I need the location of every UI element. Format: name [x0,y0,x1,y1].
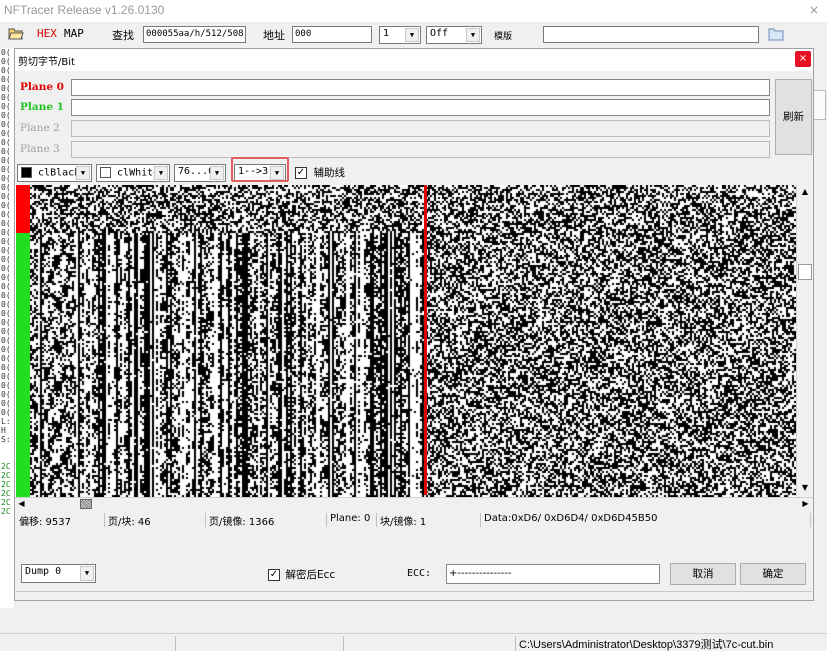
chevron-down-icon: ▼ [80,566,94,581]
block-mirror-status: 块/镜像: 1 [377,513,481,528]
background-right-panel [812,48,827,608]
plane-2-input [71,120,770,137]
scroll-down-icon[interactable]: ▼ [798,481,812,495]
ecc-after-decrypt-checkbox[interactable]: ✓ [268,569,280,581]
folder-icon[interactable] [768,27,784,44]
plane-1-strip [16,233,30,497]
vertical-scroll-thumb[interactable] [798,264,812,280]
address-input[interactable]: 000 [292,26,372,43]
ok-button[interactable]: 确定 [740,563,806,585]
plane-1-label: Plane 1 [20,101,64,113]
guide-line-label: 辅助线 [313,167,346,179]
plane-3-input [71,141,770,158]
plane-0-input[interactable] [71,79,770,96]
dump-value: Dump 0 [25,566,62,577]
window-title: NFTracer Release v1.26.0130 [4,3,165,17]
background-scrollbar[interactable] [813,90,826,120]
bit-order-value: 76...0 [178,166,215,177]
vertical-scrollbar[interactable]: ▲ ▼ [796,185,813,497]
data-status: Data:0xD6/ 0xD6D4/ 0xD6D45B50 [481,513,811,527]
map-button[interactable]: MAP [64,27,84,40]
white-swatch [100,167,111,178]
address-label: 地址 [263,29,285,42]
plane-0-label: Plane 0 [20,81,64,93]
guide-line-checkbox[interactable]: ✓ [295,167,307,179]
ecc-after-decrypt-toggle[interactable]: ✓ 解密后Ecc [268,567,335,582]
horizontal-scroll-thumb[interactable] [80,499,92,509]
background-hex-column: 0(0(0(0(0(0(0(0(0(0(0(0(0(0(0(0(0(0(0(0(… [0,48,14,608]
background-color-value: clWhite [117,167,160,179]
plane-2-label: Plane 2 [20,122,60,134]
chevron-down-icon: ▼ [466,28,480,42]
chevron-down-icon: ▼ [76,166,90,180]
cancel-button[interactable]: 取消 [670,563,736,585]
hex-button[interactable]: HEX [37,27,57,40]
bit-pattern-canvas[interactable] [30,185,796,497]
mode-value: Off [430,28,449,39]
template-input[interactable] [543,26,759,43]
page-block-status: 页/块: 46 [105,513,206,528]
plane-status: Plane: 0 [327,513,377,527]
count-select[interactable]: 1 ▼ [379,26,421,44]
offset-status: 偏移: 9537 [16,513,105,528]
count-value: 1 [383,28,390,39]
ecc-label: ECC: [407,568,432,579]
dialog-status-bar: 偏移: 9537 页/块: 46 页/镜像: 1366 Plane: 0 块/镜… [15,511,813,528]
plane-3-label: Plane 3 [20,143,60,155]
horizontal-scrollbar[interactable]: ◀ ▶ [15,497,813,510]
chevron-down-icon: ▼ [405,28,419,42]
template-label: 模版 [494,32,513,42]
scroll-up-icon[interactable]: ▲ [798,185,812,199]
status-segment [176,636,344,651]
folder-open-icon[interactable] [8,26,24,43]
mode-select[interactable]: Off ▼ [426,26,482,44]
ecc-input[interactable]: +--------------- [446,564,660,584]
file-path: C:\Users\Administrator\Desktop\3379测试\7c… [519,639,774,651]
page-mirror-status: 页/镜像: 1366 [206,513,327,528]
find-label: 查找 [112,29,134,42]
main-toolbar: HEX MAP 查找 000055aa/h/512/508 地址 000 1 ▼… [0,22,827,48]
bit-view-panel[interactable]: ▲ ▼ [15,185,813,497]
ecc-after-decrypt-label: 解密后Ecc [285,569,336,581]
foreground-color-select[interactable]: clBlack ▼ [17,164,92,182]
status-segment [344,636,516,651]
cut-bit-dialog: 剪切字节/Bit × Plane 0 Plane 1 Plane 2 Plane… [14,48,814,601]
plane-1-input[interactable] [71,99,770,116]
dialog-titlebar: 剪切字节/Bit × [15,49,813,71]
highlight-annotation [231,157,289,182]
chevron-down-icon: ▼ [210,166,224,180]
dialog-title: 剪切字节/Bit [18,57,75,68]
dialog-divider [16,591,812,599]
main-status-bar: C:\Users\Administrator\Desktop\3379测试\7c… [0,633,827,651]
black-swatch [21,167,32,178]
window-close-button[interactable]: × [809,3,819,17]
guide-line-toggle[interactable]: ✓ 辅助线 [295,165,345,183]
plane-0-strip [16,185,30,233]
window-titlebar: NFTracer Release v1.26.0130 × [0,0,827,22]
bit-order-select[interactable]: 76...0 ▼ [174,164,226,182]
scroll-right-icon[interactable]: ▶ [799,498,812,510]
scroll-left-icon[interactable]: ◀ [15,498,28,510]
find-input[interactable]: 000055aa/h/512/508 [143,26,246,43]
dialog-close-button[interactable]: × [795,51,811,67]
dump-select[interactable]: Dump 0 ▼ [21,564,96,583]
refresh-button[interactable]: 刷新 [775,79,812,155]
cut-marker-line[interactable] [424,185,427,495]
foreground-color-value: clBlack [38,167,81,179]
chevron-down-icon: ▼ [154,166,168,180]
status-segment [0,636,176,651]
background-color-select[interactable]: clWhite ▼ [96,164,170,182]
